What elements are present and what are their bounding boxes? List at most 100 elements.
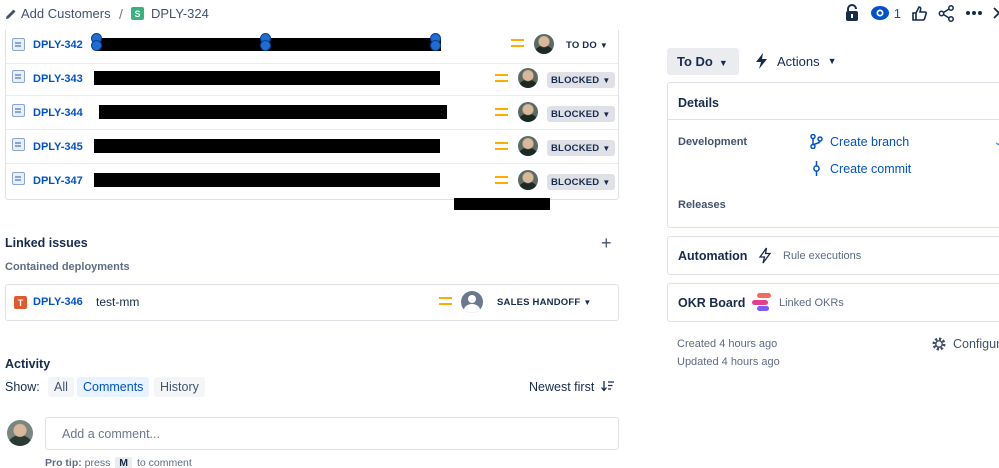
status-dropdown[interactable]: BLOCKED ▼ xyxy=(547,174,615,190)
status-label: BLOCKED xyxy=(551,176,600,188)
redacted-summary xyxy=(99,105,447,119)
share-icon[interactable] xyxy=(938,4,955,22)
protip-key: M xyxy=(115,457,133,468)
automation-title: Automation xyxy=(678,249,748,263)
redacted-summary xyxy=(94,173,440,187)
rule-executions-link[interactable]: Rule executions xyxy=(783,250,861,262)
create-branch-link[interactable]: Create branch xyxy=(810,134,909,149)
linked-okrs-link[interactable]: Linked OKRs xyxy=(779,297,844,309)
gear-icon xyxy=(932,337,946,351)
breadcrumb-current-label: DPLY-324 xyxy=(151,6,209,21)
breadcrumb-separator: / xyxy=(119,6,123,22)
create-branch-label: Create branch xyxy=(830,134,910,149)
resize-handle[interactable] xyxy=(430,40,441,51)
child-issue-row[interactable]: DPLY-344 BLOCKED ▼ xyxy=(6,96,618,130)
add-linked-issue-icon[interactable]: + xyxy=(601,233,612,254)
linked-issue-row[interactable]: T DPLY-346 test-mm SALES HANDOFF ▼ xyxy=(5,284,619,321)
automation-panel[interactable]: Automation Rule executions xyxy=(667,236,999,275)
status-label: TO DO xyxy=(566,39,597,51)
breadcrumb-parent[interactable]: Add Customers xyxy=(5,6,111,21)
filter-history[interactable]: History xyxy=(154,377,205,397)
lock-icon[interactable] xyxy=(844,4,860,22)
assignee-avatar[interactable] xyxy=(518,136,538,156)
subtask-icon xyxy=(12,104,25,117)
breadcrumb-parent-label: Add Customers xyxy=(21,6,111,21)
close-icon[interactable] xyxy=(993,6,999,20)
more-icon[interactable] xyxy=(965,10,983,16)
resize-handle[interactable] xyxy=(260,40,271,51)
status-label: BLOCKED xyxy=(551,108,600,120)
commit-icon xyxy=(813,161,820,176)
chevron-down-icon: ▼ xyxy=(718,58,728,68)
protip-press: press xyxy=(84,457,111,468)
issue-key[interactable]: DPLY-342 xyxy=(33,39,83,51)
like-icon[interactable] xyxy=(911,5,928,22)
watch-count: 1 xyxy=(893,5,901,21)
create-commit-link[interactable]: Create commit xyxy=(810,161,911,176)
priority-medium-icon xyxy=(495,108,508,116)
assignee-avatar[interactable] xyxy=(518,170,538,190)
issue-actions: 1 xyxy=(844,4,999,22)
assignee-avatar[interactable] xyxy=(518,68,538,88)
child-issue-row[interactable]: DPLY-347 BLOCKED ▼ xyxy=(6,164,618,198)
status-dropdown[interactable]: BLOCKED ▼ xyxy=(547,140,615,156)
chevron-down-icon: ▼ xyxy=(827,56,837,66)
status-dropdown[interactable]: BLOCKED ▼ xyxy=(547,106,615,122)
assignee-avatar[interactable] xyxy=(518,102,538,122)
sort-label: Newest first xyxy=(529,380,595,394)
okr-logo-icon xyxy=(752,293,771,311)
status-button-label: To Do xyxy=(677,54,713,69)
status-label: BLOCKED xyxy=(551,142,600,154)
okr-board-panel[interactable]: OKR Board Linked OKRs xyxy=(667,283,999,322)
development-label: Development xyxy=(678,136,748,148)
redaction-block xyxy=(454,198,550,210)
lightning-outline-icon xyxy=(759,247,771,264)
subtask-icon xyxy=(12,70,25,83)
actions-button[interactable]: Actions ▼ xyxy=(755,53,837,69)
details-title: Details xyxy=(678,96,719,110)
assignee-avatar[interactable] xyxy=(534,34,554,54)
child-issue-row[interactable]: DPLY-342 TO DO ▼ xyxy=(6,30,618,64)
breadcrumb-current[interactable]: S DPLY-324 xyxy=(131,6,209,21)
comment-input[interactable]: Add a comment... xyxy=(45,417,619,450)
child-issue-row[interactable]: DPLY-345 BLOCKED ▼ xyxy=(6,130,618,164)
priority-medium-icon xyxy=(495,142,508,150)
child-issues-table: DPLY-342 TO DO ▼ DPLY-343 BLOCKED ▼ DPLY-3… xyxy=(5,30,619,200)
show-label: Show: xyxy=(5,380,40,394)
issue-key[interactable]: DPLY-347 xyxy=(33,175,83,187)
redacted-summary xyxy=(94,71,440,85)
configure-button[interactable]: Configure xyxy=(931,336,999,352)
issue-key[interactable]: DPLY-346 xyxy=(33,296,83,308)
status-dropdown[interactable]: SALES HANDOFF ▼ xyxy=(493,294,596,310)
filter-comments[interactable]: Comments xyxy=(77,377,150,397)
issue-key[interactable]: DPLY-344 xyxy=(33,107,83,119)
issue-key[interactable]: DPLY-343 xyxy=(33,73,83,85)
issue-summary[interactable]: test-mm xyxy=(96,295,139,309)
current-user-avatar xyxy=(7,420,33,446)
created-timestamp: Created 4 hours ago xyxy=(677,338,778,350)
actions-label: Actions xyxy=(777,53,820,69)
status-label: BLOCKED xyxy=(551,74,600,86)
priority-medium-icon xyxy=(495,74,508,82)
chevron-down-icon[interactable]: ⌄ xyxy=(994,137,999,148)
eye-icon xyxy=(870,6,889,20)
sort-toggle[interactable]: Newest first xyxy=(529,380,614,394)
unassigned-avatar-icon[interactable] xyxy=(461,291,483,313)
status-label: SALES HANDOFF xyxy=(497,296,581,308)
chevron-down-icon: ▼ xyxy=(583,297,592,307)
status-dropdown[interactable]: TO DO ▼ xyxy=(562,37,613,53)
child-issue-row[interactable]: DPLY-343 BLOCKED ▼ xyxy=(6,62,618,96)
issue-key[interactable]: DPLY-345 xyxy=(33,141,83,153)
activity-title: Activity xyxy=(5,357,51,371)
updated-timestamp: Updated 4 hours ago xyxy=(677,356,780,368)
branch-icon xyxy=(810,134,823,149)
link-type-label: Contained deployments xyxy=(5,261,130,273)
priority-medium-icon xyxy=(511,39,524,47)
comment-placeholder: Add a comment... xyxy=(62,427,160,441)
status-dropdown[interactable]: BLOCKED ▼ xyxy=(547,72,615,88)
filter-all[interactable]: All xyxy=(48,377,74,397)
top-bar: Add Customers / S DPLY-324 1 xyxy=(0,0,999,30)
watch-button[interactable]: 1 xyxy=(870,5,901,21)
status-transition-button[interactable]: To Do ▼ xyxy=(667,48,739,75)
resize-handle[interactable] xyxy=(91,40,102,51)
